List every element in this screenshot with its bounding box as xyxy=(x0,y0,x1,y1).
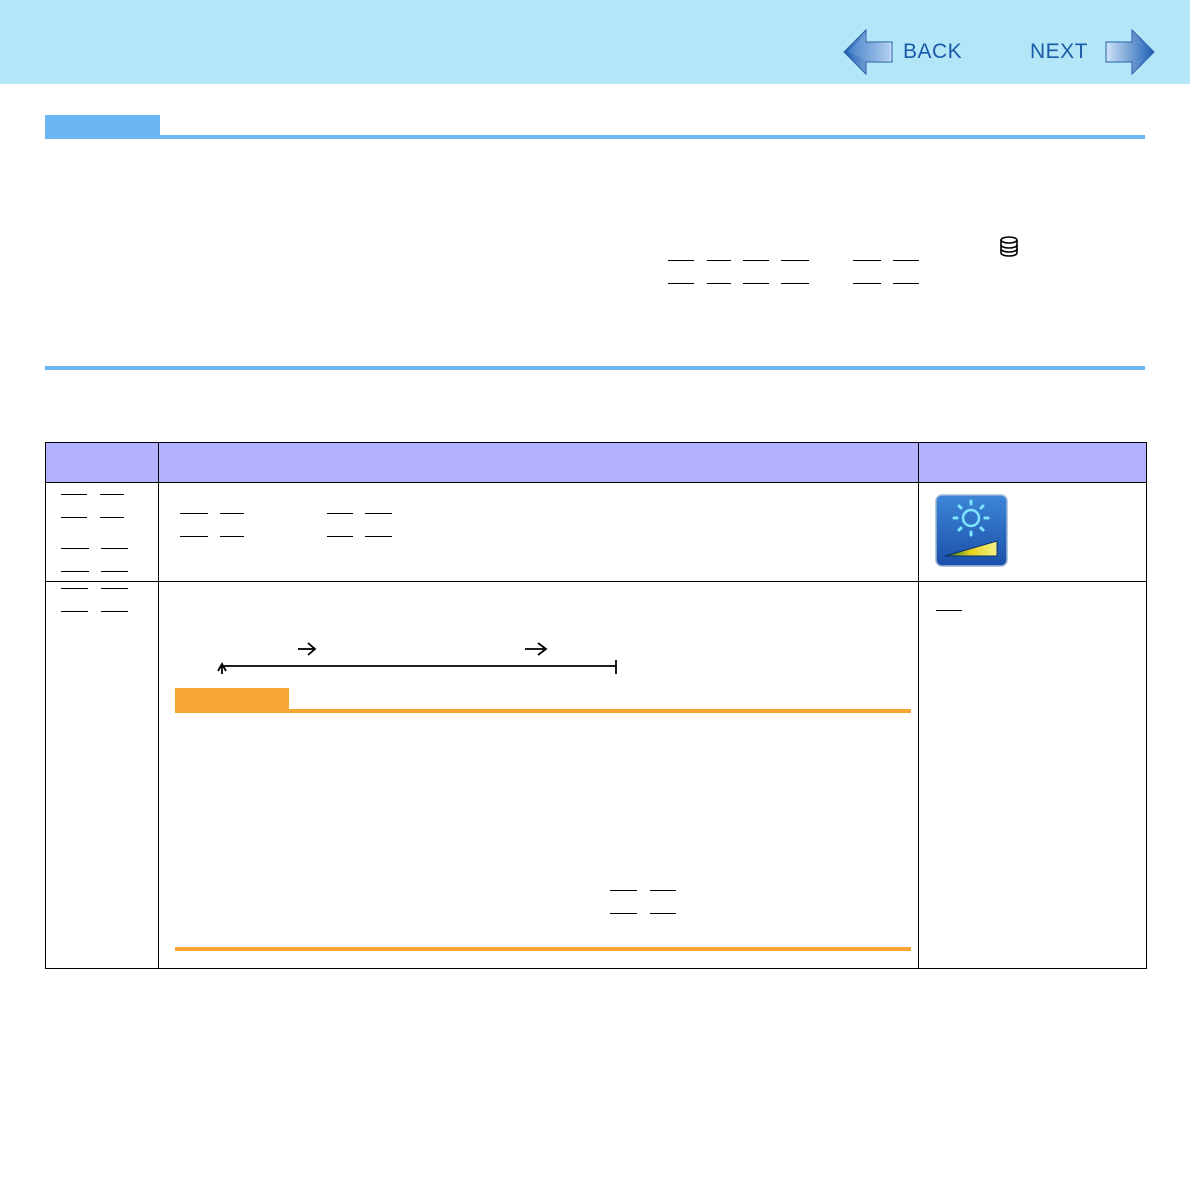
caution-divider-top xyxy=(175,709,911,713)
key-cap xyxy=(180,513,208,537)
section-divider xyxy=(45,366,1145,370)
caution-heading-tab xyxy=(175,688,289,710)
table-header-row xyxy=(45,442,1147,483)
function-cell xyxy=(158,482,919,582)
key-cap xyxy=(220,513,244,537)
key-cap xyxy=(327,513,353,537)
next-button[interactable]: NEXT xyxy=(1030,28,1156,76)
back-label: BACK xyxy=(903,40,963,63)
key-cell xyxy=(45,581,159,969)
header-cell-keys xyxy=(45,442,159,483)
key-cap-top xyxy=(936,610,962,611)
header-cell-display xyxy=(918,442,1147,483)
key-cap xyxy=(650,890,676,914)
note-heading-tab xyxy=(45,115,160,137)
caution-divider-bottom xyxy=(175,947,911,951)
next-arrow-icon xyxy=(1105,28,1155,76)
key-cap xyxy=(100,494,124,518)
key-cap xyxy=(610,890,637,914)
key-cap xyxy=(668,260,694,284)
key-cap xyxy=(101,548,128,572)
header-cell-function xyxy=(158,442,919,483)
key-cap xyxy=(61,494,87,518)
display-cell xyxy=(918,581,1147,969)
key-cap xyxy=(61,548,89,572)
cycle-arrows-diagram xyxy=(217,642,617,674)
back-arrow-icon xyxy=(843,28,893,76)
key-cap xyxy=(365,513,392,537)
key-cap xyxy=(707,260,731,284)
key-cap xyxy=(781,260,809,284)
key-cap xyxy=(853,260,881,284)
key-cap xyxy=(743,260,769,284)
back-button[interactable]: BACK xyxy=(842,28,962,76)
key-cap xyxy=(101,588,128,612)
disk-icon xyxy=(1000,236,1018,257)
note-divider xyxy=(45,135,1145,139)
key-cap xyxy=(893,260,919,284)
next-label: NEXT xyxy=(1030,40,1089,63)
header-bar: BACK NEXT xyxy=(0,0,1190,84)
brightness-icon xyxy=(935,494,1008,567)
key-cap xyxy=(61,588,88,612)
